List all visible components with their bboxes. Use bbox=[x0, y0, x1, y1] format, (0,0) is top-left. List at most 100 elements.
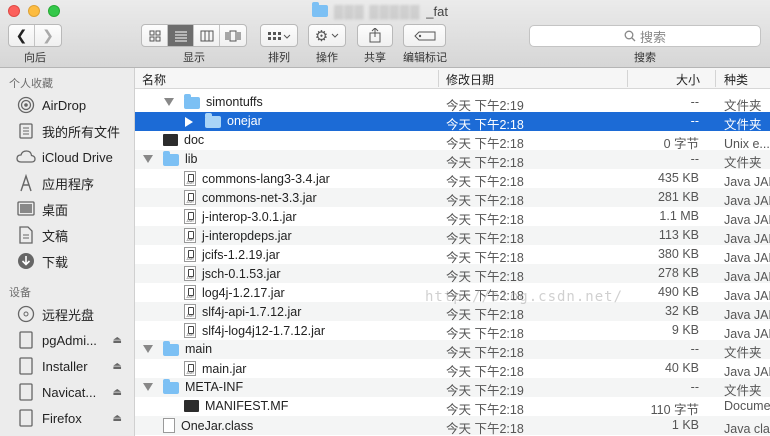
file-row[interactable]: MANIFEST.MF今天 下午2:18110 字节Document bbox=[135, 397, 770, 417]
column-header-name[interactable]: 名称 bbox=[142, 71, 166, 88]
file-name: onejar bbox=[227, 114, 262, 128]
disclosure-expanded-icon[interactable] bbox=[143, 155, 153, 163]
file-row[interactable]: log4j-1.2.17.jar今天 下午2:18490 KBJava JAR … bbox=[135, 283, 770, 303]
window-title-suffix: _fat bbox=[426, 3, 448, 19]
action-button[interactable]: ⚙ bbox=[308, 24, 346, 47]
sidebar-item-firefox[interactable]: Firefox ⏏ bbox=[16, 407, 134, 429]
sidebar-item-downloads[interactable]: 下载 bbox=[16, 250, 134, 272]
eject-icon[interactable]: ⏏ bbox=[113, 387, 122, 398]
arrange-button[interactable] bbox=[260, 24, 298, 47]
sidebar-item-remote-disc[interactable]: 远程光盘 bbox=[16, 303, 134, 325]
file-row[interactable]: commons-net-3.3.jar今天 下午2:18281 KBJava J… bbox=[135, 188, 770, 208]
column-header-size[interactable]: 大小 bbox=[676, 71, 700, 88]
search-input[interactable]: 搜索 bbox=[529, 25, 761, 47]
minimize-window-button[interactable] bbox=[28, 5, 40, 17]
jar-file-icon bbox=[184, 209, 196, 224]
edit-tags-button[interactable] bbox=[403, 24, 446, 47]
file-row[interactable]: onejar 今天 下午2:18 -- 文件夹 bbox=[135, 112, 770, 132]
sidebar-item-navicat[interactable]: Navicat... ⏏ bbox=[16, 381, 134, 403]
jar-file-icon bbox=[184, 304, 196, 319]
icon-view-button[interactable] bbox=[142, 25, 168, 46]
column-divider[interactable] bbox=[715, 70, 716, 87]
share-icon bbox=[369, 28, 381, 43]
sidebar-item-installer[interactable]: Installer ⏏ bbox=[16, 355, 134, 377]
disclosure-expanded-icon[interactable] bbox=[143, 345, 153, 353]
edit-tags-label: 编辑标记 bbox=[403, 52, 447, 64]
file-size: -- bbox=[690, 380, 699, 394]
sidebar-item-airdrop[interactable]: AirDrop bbox=[16, 94, 134, 116]
folder-icon bbox=[312, 2, 328, 17]
column-divider[interactable] bbox=[438, 70, 439, 87]
file-row[interactable]: main 今天 下午2:18 -- 文件夹 bbox=[135, 340, 770, 360]
file-row[interactable]: jsch-0.1.53.jar今天 下午2:18278 KBJava JAR 文… bbox=[135, 264, 770, 284]
column-header-kind[interactable]: 种类 bbox=[724, 71, 748, 88]
sidebar-item-label: AirDrop bbox=[42, 97, 87, 113]
sidebar-item-label: Installer bbox=[42, 358, 88, 374]
file-row[interactable]: lib 今天 下午2:18 -- 文件夹 bbox=[135, 150, 770, 170]
file-name: log4j-1.2.17.jar bbox=[202, 285, 285, 300]
disclosure-expanded-icon[interactable] bbox=[164, 98, 174, 106]
column-divider[interactable] bbox=[627, 70, 628, 87]
file-row[interactable]: META-INF 今天 下午2:19 -- 文件夹 bbox=[135, 378, 770, 398]
eject-icon[interactable]: ⏏ bbox=[113, 361, 122, 372]
disclosure-expanded-icon[interactable] bbox=[143, 383, 153, 391]
sidebar-item-applications[interactable]: 应用程序 bbox=[16, 172, 134, 194]
file-date: 今天 下午2:18 bbox=[446, 422, 524, 436]
jar-file-icon bbox=[184, 285, 196, 300]
sidebar-item-label: Navicat... bbox=[42, 384, 97, 400]
window-toolbar: ▒▒▒ ▒▒▒▒▒ _fat ❮ ❯ 向后 显示 排列 ⚙ 操作 共享 编辑标记… bbox=[0, 0, 770, 68]
file-row[interactable]: simontuffs 今天 下午2:19 -- 文件夹 bbox=[135, 93, 770, 113]
zoom-window-button[interactable] bbox=[48, 5, 60, 17]
file-size: 40 KB bbox=[664, 361, 699, 375]
forward-button[interactable]: ❯ bbox=[35, 25, 61, 46]
file-row[interactable]: commons-lang3-3.4.jar今天 下午2:18435 KBJava… bbox=[135, 169, 770, 189]
close-window-button[interactable] bbox=[8, 5, 20, 17]
column-view-button[interactable] bbox=[194, 25, 220, 46]
cover-flow-button[interactable] bbox=[220, 25, 246, 46]
file-name-cell: slf4j-api-1.7.12.jar bbox=[184, 304, 301, 319]
sidebar-item-label: 远程光盘 bbox=[42, 307, 95, 323]
file-size: 281 KB bbox=[657, 190, 699, 204]
file-row[interactable]: main.jar今天 下午2:1840 KBJava JAR 文件 bbox=[135, 359, 770, 379]
folder-icon bbox=[205, 113, 221, 128]
sidebar-item-label: 文稿 bbox=[42, 228, 69, 244]
file-list: 名称 修改日期 大小 种类 simontuffs 今天 下午2:19 -- 文件夹 on… bbox=[135, 68, 770, 436]
file-name: doc bbox=[184, 133, 205, 147]
sidebar-item-icloud-drive[interactable]: iCloud Drive bbox=[16, 146, 134, 168]
file-name-cell: lib bbox=[163, 151, 198, 166]
file-name: main.jar bbox=[202, 361, 247, 376]
file-name: jcifs-1.2.19.jar bbox=[202, 247, 280, 262]
file-row[interactable]: doc今天 下午2:180 字节Unix e...ble 文件 bbox=[135, 131, 770, 151]
action-label: 操作 bbox=[316, 52, 338, 64]
file-row[interactable]: slf4j-log4j12-1.7.12.jar今天 下午2:189 KBJav… bbox=[135, 321, 770, 341]
sidebar-header-favorites: 个人收藏 bbox=[9, 78, 53, 90]
file-name-cell: main bbox=[163, 341, 212, 356]
file-row[interactable]: j-interopdeps.jar今天 下午2:18113 KBJava JAR… bbox=[135, 226, 770, 246]
file-row[interactable]: j-interop-3.0.1.jar今天 下午2:181.1 MBJava J… bbox=[135, 207, 770, 227]
disclosure-collapsed-icon[interactable] bbox=[185, 117, 193, 127]
eject-icon[interactable]: ⏏ bbox=[113, 335, 122, 346]
sidebar-item-pgadmin[interactable]: pgAdmi... ⏏ bbox=[16, 329, 134, 351]
airdrop-icon bbox=[16, 96, 36, 114]
folder-icon bbox=[184, 94, 200, 109]
eject-icon[interactable]: ⏏ bbox=[113, 413, 122, 424]
file-row[interactable]: jcifs-1.2.19.jar今天 下午2:18380 KBJava JAR … bbox=[135, 245, 770, 265]
sidebar-item-all-files[interactable]: 我的所有文件 bbox=[16, 120, 134, 142]
column-header-date[interactable]: 修改日期 bbox=[446, 71, 494, 88]
sidebar-item-desktop[interactable]: 桌面 bbox=[16, 198, 134, 220]
share-button[interactable] bbox=[357, 24, 393, 47]
file-name: j-interopdeps.jar bbox=[202, 228, 292, 243]
drive-icon bbox=[16, 357, 36, 375]
back-button[interactable]: ❮ bbox=[9, 25, 35, 46]
file-row[interactable]: slf4j-api-1.7.12.jar今天 下午2:1832 KBJava J… bbox=[135, 302, 770, 322]
jar-file-icon bbox=[184, 247, 196, 262]
list-view-button[interactable] bbox=[168, 25, 194, 46]
file-row[interactable]: OneJar.class 今天 下午2:18 1 KB Java class 文件 bbox=[135, 416, 770, 436]
sidebar-item-documents[interactable]: 文稿 bbox=[16, 224, 134, 246]
file-name-cell: j-interopdeps.jar bbox=[184, 228, 292, 243]
jar-file-icon bbox=[184, 190, 196, 205]
file-name: lib bbox=[185, 152, 198, 166]
sidebar-header-devices: 设备 bbox=[9, 287, 31, 299]
documents-icon bbox=[16, 226, 36, 244]
column-header: 名称 修改日期 大小 种类 bbox=[135, 68, 770, 89]
